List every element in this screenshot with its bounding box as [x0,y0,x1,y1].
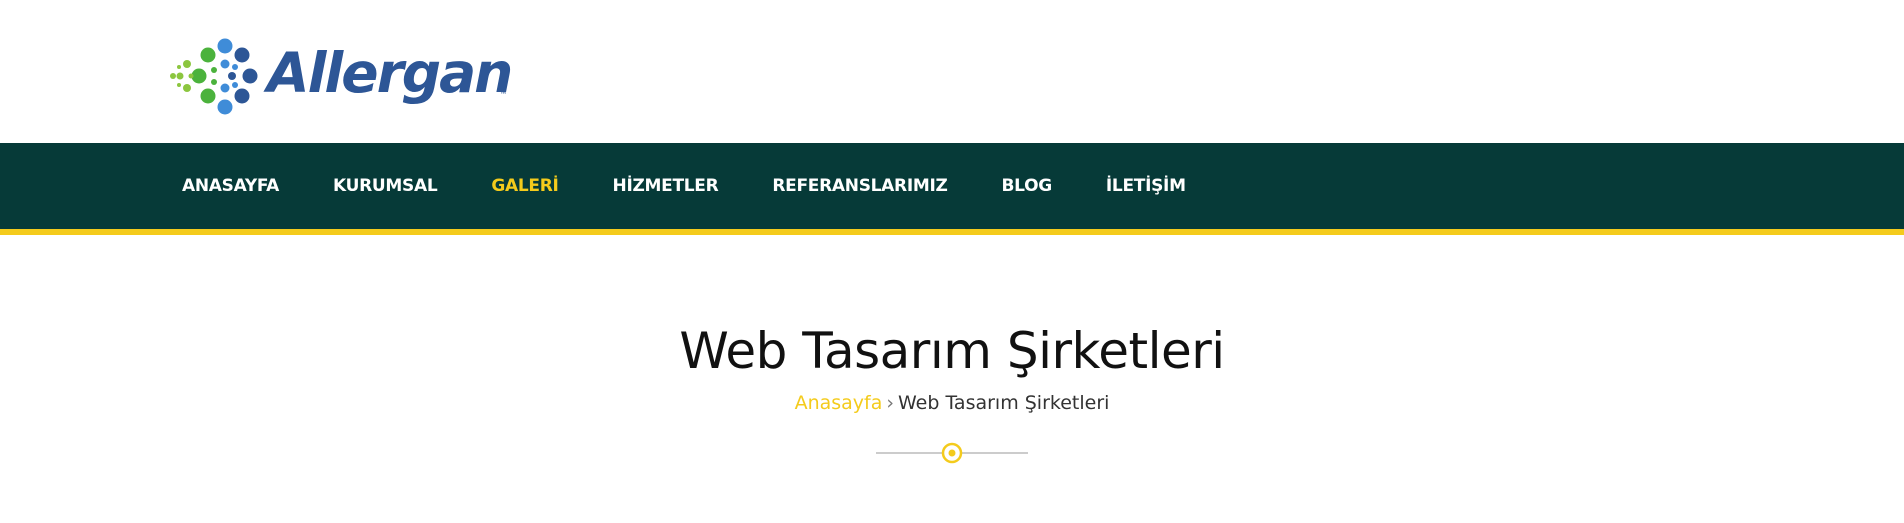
nav-item-hizmetler[interactable]: HİZMETLER [613,176,719,196]
logo-wordmark: Allergan [267,41,513,105]
title-divider [876,442,1028,464]
breadcrumb-home-link[interactable]: Anasayfa [795,392,883,414]
nav-list: ANASAYFA KURUMSAL GALERİ HİZMETLER REFER… [182,143,1240,229]
nav-item-referanslarimiz[interactable]: REFERANSLARIMIZ [772,176,947,196]
page-title: Web Tasarım Şirketleri [679,322,1225,380]
breadcrumb-current: Web Tasarım Şirketleri [898,392,1110,414]
site-header: Allergan ™ [0,0,1904,143]
allergan-logo[interactable]: Allergan ™ [165,36,525,120]
nav-item-kurumsal[interactable]: KURUMSAL [333,176,438,196]
nav-item-iletisim[interactable]: İLETİŞİM [1106,176,1186,196]
page: Allergan ™ ANASAYFA KURUMSAL GALERİ HİZM… [0,0,1904,523]
nav-item-blog[interactable]: BLOG [1002,176,1053,196]
main-nav: ANASAYFA KURUMSAL GALERİ HİZMETLER REFER… [0,143,1904,235]
breadcrumb-separator-icon: › [886,392,894,414]
breadcrumb: Anasayfa › Web Tasarım Şirketleri [0,390,1904,416]
logo-trademark: ™ [500,91,507,99]
nav-item-galeri[interactable]: GALERİ [491,176,558,196]
allergan-dots-icon [170,38,258,115]
nav-item-anasayfa[interactable]: ANASAYFA [182,176,279,196]
